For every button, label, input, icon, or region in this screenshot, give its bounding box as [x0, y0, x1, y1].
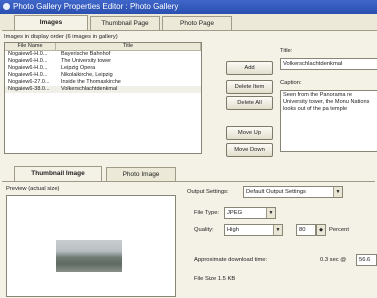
quality-spin-arrows-icon[interactable]: ◆	[316, 224, 326, 236]
delete-all-button[interactable]: Delete All	[226, 96, 273, 110]
row-filename: Nogaiew6-38.0...	[8, 86, 50, 92]
caption-textarea[interactable]: Seen from the Panorama re University tow…	[280, 90, 377, 152]
column-header-title[interactable]: Title	[56, 43, 201, 51]
delete-item-button[interactable]: Delete Item	[226, 80, 273, 94]
quality-label: Quality:	[194, 227, 214, 233]
table-row-selected[interactable]: Nogaiew6-38.0... Volkerschlachtdenkmal	[5, 86, 201, 93]
row-title: Volkerschlachtdenkmal	[61, 86, 118, 92]
chevron-down-icon: ▼	[273, 225, 282, 235]
file-type-select[interactable]: JPEG ▼	[224, 207, 276, 219]
move-down-button[interactable]: Move Down	[226, 143, 273, 157]
tab-divider	[2, 181, 375, 182]
thumbnail-preview-image	[56, 240, 122, 272]
file-type-label: File Type:	[194, 210, 220, 216]
output-settings-label: Output Settings:	[187, 189, 229, 195]
row-filename: Nogaiew6-27.0...	[8, 79, 50, 85]
preview-label: Preview (actual size)	[6, 186, 60, 192]
title-input[interactable]: Volkerschlachtdenkmal	[280, 58, 377, 70]
image-list-label: Images in display order (6 images in gal…	[4, 34, 118, 40]
percent-label: Percent	[329, 227, 349, 233]
add-button[interactable]: Add	[226, 61, 273, 75]
move-up-button[interactable]: Move Up	[226, 126, 273, 140]
table-row[interactable]: Nogaiew6-H.0... Nikolaikirche, Leipzig	[5, 72, 201, 79]
output-settings-select[interactable]: Default Output Settings ▼	[243, 186, 343, 198]
row-filename: Nogaiew6-H.0...	[8, 65, 48, 71]
quality-value: High	[227, 227, 239, 233]
window-title: Photo Gallery Properties Editor : Photo …	[13, 2, 179, 11]
row-filename: Nogaiew6-H.0...	[8, 58, 48, 64]
column-header-filename[interactable]: File Name	[5, 43, 56, 51]
row-title: The University tower	[61, 58, 112, 64]
table-row[interactable]: Nogaiew6-H.0... The University tower	[5, 58, 201, 65]
download-time-label: Approximate download time:	[194, 257, 268, 263]
tab-thumbnail-image[interactable]: Thumbnail Image	[14, 166, 102, 182]
tab-row: Images Thumbnail Page Photo Page	[0, 14, 377, 31]
file-size-label: File Size 1.5 KB	[194, 276, 236, 282]
table-row[interactable]: Nogaiew6-H.0... Bayerische Bahnhof	[5, 51, 201, 58]
table-row[interactable]: Nogaiew6-H.0... Leipzig Opera	[5, 65, 201, 72]
title-label: Title:	[280, 48, 293, 54]
tab-photo-image[interactable]: Photo Image	[106, 167, 176, 181]
output-settings-value: Default Output Settings	[246, 189, 306, 195]
chevron-down-icon: ▼	[333, 187, 342, 197]
image-list[interactable]: File Name Title Nogaiew6-H.0... Bayerisch…	[4, 42, 202, 154]
table-row[interactable]: Nogaiew6-27.0... Inside the Thomaskirche	[5, 79, 201, 86]
tab-photo-page[interactable]: Photo Page	[162, 16, 232, 30]
download-time-value: 0.3 sec @	[320, 257, 347, 263]
download-speed-input[interactable]: 56.6	[356, 254, 377, 266]
chevron-down-icon: ▼	[266, 208, 275, 218]
tab-images[interactable]: Images	[14, 15, 88, 31]
row-title: Bayerische Bahnhof	[61, 51, 111, 57]
row-title: Leipzig Opera	[61, 65, 96, 71]
row-filename: Nogaiew6-H.0...	[8, 51, 48, 57]
row-filename: Nogaiew6-H.0...	[8, 72, 48, 78]
quality-percent-input[interactable]: 80	[296, 224, 316, 236]
file-type-value: JPEG	[227, 210, 243, 216]
window-title-bar: Photo Gallery Properties Editor : Photo …	[0, 0, 377, 14]
app-icon	[3, 3, 10, 10]
row-title: Inside the Thomaskirche	[61, 79, 121, 85]
row-title: Nikolaikirche, Leipzig	[61, 72, 113, 78]
quality-select[interactable]: High ▼	[224, 224, 283, 236]
caption-label: Caption:	[280, 80, 302, 86]
tab-thumbnail-page[interactable]: Thumbnail Page	[90, 16, 160, 30]
